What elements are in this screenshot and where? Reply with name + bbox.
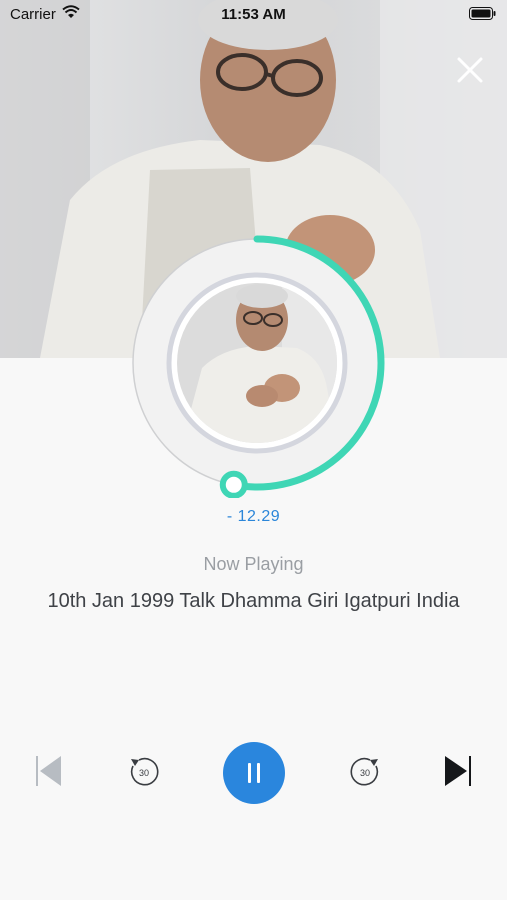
forward-30-icon: 30 <box>350 757 379 786</box>
clock: 11:53 AM <box>221 6 286 23</box>
pause-icon <box>248 763 251 783</box>
next-track-button[interactable] <box>442 754 474 788</box>
rewind-30-icon: 30 <box>130 757 159 786</box>
forward-30-button[interactable]: 30 <box>347 754 383 790</box>
album-artwork <box>177 283 337 443</box>
previous-track-icon <box>36 756 61 786</box>
forward-seconds-label: 30 <box>360 768 370 778</box>
next-track-icon <box>445 756 471 786</box>
rewind-seconds-label: 30 <box>139 768 149 778</box>
pause-button[interactable] <box>223 742 285 804</box>
progress-dial-graphic <box>132 235 385 499</box>
now-playing-label: Now Playing <box>203 554 304 574</box>
progress-knob[interactable] <box>219 470 248 499</box>
track-title: 10th Jan 1999 Talk Dhamma Giri Igatpuri … <box>47 590 460 612</box>
rewind-30-button[interactable]: 30 <box>126 754 162 790</box>
close-icon <box>457 57 483 83</box>
status-bar: Carrier 11:53 AM <box>0 0 507 28</box>
pause-icon-bar <box>257 763 260 783</box>
battery-icon <box>469 7 496 20</box>
previous-track-button[interactable] <box>34 754 64 788</box>
close-button[interactable] <box>452 52 488 88</box>
remaining-time: - 12.29 <box>226 508 281 525</box>
playback-controls: 30 30 <box>0 740 507 804</box>
progress-dial[interactable] <box>122 228 392 499</box>
